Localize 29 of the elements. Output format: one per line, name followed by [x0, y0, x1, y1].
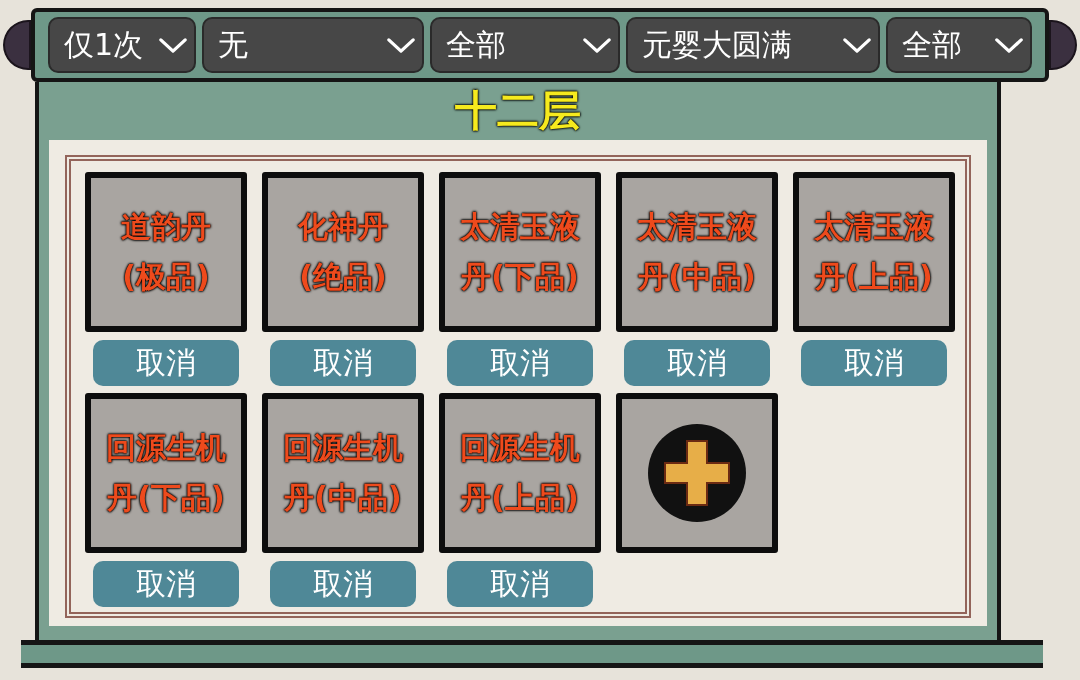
cancel-button[interactable]: 取消: [801, 340, 947, 386]
filter-dropdown[interactable]: 无: [202, 17, 424, 73]
cancel-button[interactable]: 取消: [447, 561, 593, 607]
filter-dropdown[interactable]: 元婴大圆满: [626, 17, 880, 73]
chevron-down-icon: [842, 35, 872, 55]
cancel-button[interactable]: 取消: [93, 561, 239, 607]
cancel-button[interactable]: 取消: [270, 561, 416, 607]
item-name: 回源生机丹(中品): [282, 429, 404, 517]
floor-title: 十二层: [455, 90, 581, 132]
cancel-button[interactable]: 取消: [93, 340, 239, 386]
item-name: 回源生机丹(上品): [459, 429, 581, 517]
add-slot-button[interactable]: [616, 393, 778, 553]
chevron-down-icon: [386, 35, 416, 55]
chevron-down-icon: [582, 35, 612, 55]
item-name: 太清玉液丹(下品): [458, 208, 581, 296]
cancel-button[interactable]: 取消: [447, 340, 593, 386]
chevron-down-icon: [158, 35, 188, 55]
item-name: 回源生机丹(下品): [105, 429, 227, 517]
item-name: 化神丹(绝品): [296, 208, 389, 296]
chevron-down-icon: [994, 35, 1024, 55]
cancel-button[interactable]: 取消: [624, 340, 770, 386]
plus-icon: [647, 423, 747, 523]
cancel-button[interactable]: 取消: [270, 340, 416, 386]
item-name: 太清玉液丹(上品): [812, 208, 935, 296]
filter-dropdown[interactable]: 全部: [430, 17, 620, 73]
filter-dropdown[interactable]: 仅1次: [48, 17, 196, 73]
item-name: 太清玉液丹(中品): [635, 208, 758, 296]
filter-dropdown[interactable]: 全部: [886, 17, 1032, 73]
item-name: 道韵丹(极品): [120, 208, 212, 296]
